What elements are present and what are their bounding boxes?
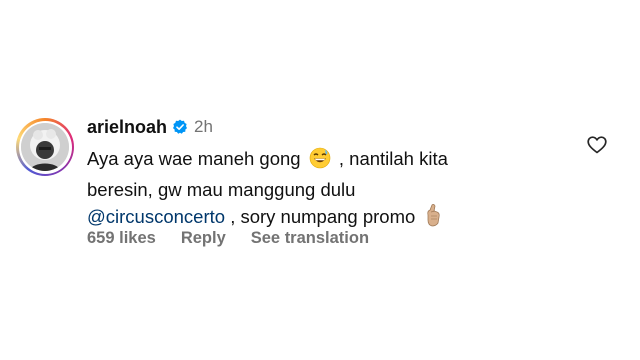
comment-text-part: , sory numpang promo (230, 206, 416, 227)
comment-text-part: Aya aya wae maneh gong (87, 148, 301, 169)
see-translation-button[interactable]: See translation (251, 229, 369, 248)
profile-photo (21, 123, 69, 171)
comment-header: arielnoah 2h (87, 115, 213, 139)
reply-button[interactable]: Reply (181, 229, 226, 248)
avatar[interactable] (16, 118, 74, 176)
grinning-face-with-sweat-icon (309, 147, 331, 177)
hand-with-index-finger-and-thumb-crossed-icon (423, 203, 443, 235)
comment-text: Aya aya wae maneh gong , nantilah kita b… (87, 146, 527, 235)
comment: arielnoah 2h Aya aya wae maneh gong , na… (0, 0, 640, 360)
like-heart-icon[interactable] (587, 136, 607, 154)
username[interactable]: arielnoah (87, 117, 167, 138)
comment-actions: 659 likes Reply See translation (87, 226, 394, 250)
mention-link[interactable]: @circusconcerto (87, 206, 225, 227)
comment-text-part: , nantilah kita (338, 148, 448, 169)
likes-count[interactable]: 659 likes (87, 229, 156, 248)
comment-timestamp[interactable]: 2h (194, 117, 213, 137)
verified-badge-icon (172, 119, 188, 135)
comment-text-part: beresin, gw mau manggung dulu (87, 178, 356, 200)
